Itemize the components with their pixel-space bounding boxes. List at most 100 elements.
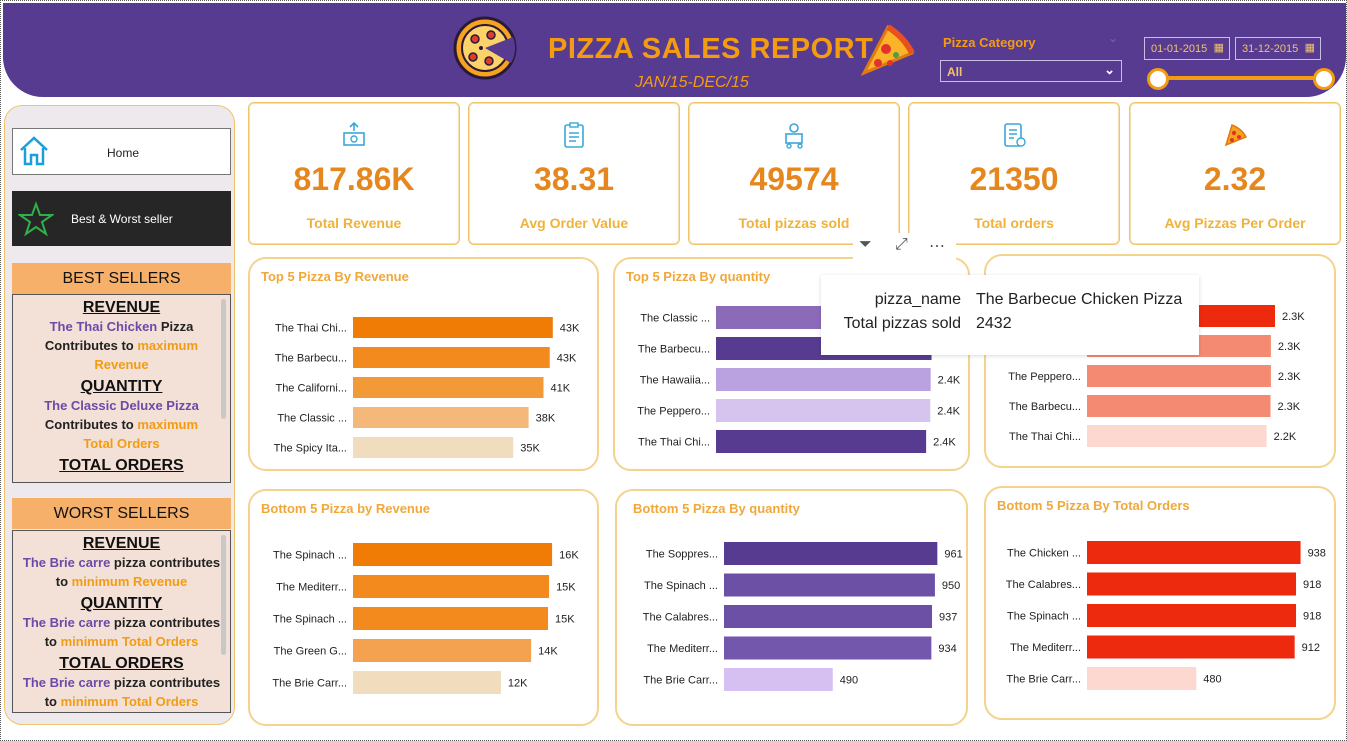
best-revenue-tail: Pizza	[157, 319, 194, 334]
chart-bar[interactable]	[716, 399, 931, 422]
kpi-card-total-revenue[interactable]: 817.86K Total Revenue	[248, 102, 460, 245]
chart-bar[interactable]	[1087, 365, 1271, 387]
worst-revenue-line1: The Brie carre pizza contributes	[13, 553, 230, 572]
chart-bottom5-quantity[interactable]: Bottom 5 Pizza By quantity The Soppres..…	[615, 489, 968, 726]
kpi-card-total-orders[interactable]: 21350 Total orders	[908, 102, 1120, 245]
focus-mode-icon[interactable]: ⤢	[895, 236, 908, 254]
category-label: The Classic ...	[277, 413, 347, 425]
best-revenue-contrib: Contributes to	[44, 338, 138, 353]
category-label: The Brie Carr...	[272, 678, 347, 690]
chevron-down-icon[interactable]: ⌄	[1108, 31, 1118, 45]
chart-bar[interactable]	[353, 347, 550, 368]
clipboard-icon	[564, 122, 584, 148]
category-label: The Mediterr...	[1010, 642, 1081, 654]
data-label: 12K	[508, 678, 528, 690]
chart-bar[interactable]	[1087, 541, 1301, 564]
chart-bar[interactable]	[353, 407, 529, 428]
chart-bar[interactable]	[353, 377, 544, 398]
best-revenue-line1: The Thai Chicken Pizza	[13, 317, 230, 336]
category-label: The Barbecu...	[275, 353, 347, 365]
slider-handle-start[interactable]	[1147, 68, 1169, 90]
worst-orders-line2: to minimum Total Orders	[13, 692, 230, 711]
chart-bottom5-revenue[interactable]: Bottom 5 Pizza by Revenue The Spinach ..…	[248, 489, 599, 726]
worst-orders-name: The Brie carre	[22, 675, 111, 690]
home-label: Home	[107, 146, 140, 160]
kpi-label: Total orders	[974, 215, 1054, 231]
date-range-slider[interactable]	[1158, 76, 1324, 80]
worst-quantity-name: The Brie carre	[22, 615, 111, 630]
chart-bar[interactable]	[353, 543, 553, 566]
chart-bar[interactable]	[1087, 425, 1267, 447]
chart-plot: The Spinach ... 16K The Mediterr... 15K The …	[272, 543, 579, 694]
kpi-card-avg-order-value[interactable]: 38.31 Avg Order Value	[468, 102, 680, 245]
chart-bar[interactable]	[353, 671, 501, 694]
worst-quantity-to: to	[44, 634, 61, 649]
chart-bottom5-total-orders[interactable]: Bottom 5 Pizza By Total Orders The Chick…	[984, 486, 1336, 720]
best-revenue-line2: Contributes to maximum	[13, 336, 230, 355]
chart-bar[interactable]	[353, 437, 514, 458]
data-label: 35K	[520, 443, 540, 455]
chart-bar[interactable]	[716, 368, 931, 391]
best-quantity-contrib: Contributes to	[44, 417, 138, 432]
chart-plot: The Soppres... 961 The Spinach ... 950 The C…	[643, 542, 963, 691]
data-label: 2.3K	[1278, 371, 1301, 383]
chart-bar[interactable]	[353, 639, 532, 662]
category-label: The Thai Chi...	[1009, 431, 1081, 443]
worst-revenue-line2: to minimum Revenue	[13, 572, 230, 591]
chart-bar[interactable]	[353, 317, 553, 338]
chart-bar[interactable]	[1087, 604, 1297, 627]
chart-bar[interactable]	[353, 607, 549, 630]
chart-bar[interactable]	[1087, 395, 1271, 417]
data-label: 2.3K	[1278, 341, 1301, 353]
date-end-input[interactable]: 31-12-2015 ▦	[1235, 37, 1321, 60]
kpi-label: Total pizzas sold	[738, 215, 850, 231]
scrollbar[interactable]	[221, 535, 226, 655]
best-worst-nav-button[interactable]: Best & Worst seller	[12, 191, 231, 246]
chart-bar[interactable]	[1087, 667, 1197, 690]
more-options-icon[interactable]: ⋯	[929, 236, 945, 256]
kpi-label: Total Revenue	[306, 215, 402, 231]
date-start-input[interactable]: 01-01-2015 ▦	[1144, 37, 1230, 60]
chart-bar[interactable]	[724, 668, 833, 691]
filter-icon[interactable]: ⏷	[859, 236, 872, 254]
tooltip-value: The Barbecue Chicken Pizza	[976, 291, 1183, 308]
chart-bar[interactable]	[1087, 635, 1295, 659]
worst-orders-tail: pizza contributes	[110, 675, 221, 690]
best-orders-title: TOTAL ORDERS	[59, 457, 184, 474]
worst-quantity-min: minimum Total Orders	[60, 634, 199, 649]
chevron-down-icon: ⌄	[1104, 62, 1115, 77]
kpi-card-total-pizzas-sold[interactable]: 49574 Total pizzas sold	[688, 102, 900, 245]
chart-bar[interactable]	[724, 605, 933, 628]
chart-top5-revenue[interactable]: Top 5 Pizza By Revenue The Thai Chi... 43…	[248, 257, 599, 471]
slider-handle-end[interactable]	[1313, 68, 1335, 90]
category-label: The Barbecu...	[1009, 401, 1081, 413]
chart-bar[interactable]	[716, 430, 927, 453]
category-label: The Chicken ...	[1007, 548, 1081, 560]
tooltip-key: pizza_name	[874, 291, 961, 308]
data-label: 961	[944, 549, 962, 561]
category-dropdown[interactable]: All ⌄	[940, 60, 1122, 82]
category-filter-label: Pizza Category	[943, 35, 1036, 50]
home-nav-button[interactable]: Home	[12, 128, 231, 175]
chart-bar[interactable]	[1087, 572, 1297, 596]
kpi-value: 49574	[749, 161, 839, 197]
calendar-icon[interactable]: ▦	[1214, 41, 1224, 54]
chart-bar[interactable]	[353, 575, 550, 598]
worst-revenue-to: to	[55, 574, 72, 589]
chart-tooltip: pizza_name The Barbecue Chicken Pizza To…	[821, 275, 1199, 355]
kpi-card-avg-pizzas-per-order[interactable]: 2.32 Avg Pizzas Per Order	[1129, 102, 1341, 245]
category-label: The Spinach ...	[273, 550, 347, 562]
tooltip-value: 2432	[976, 315, 1012, 332]
kpi-value: 38.31	[533, 161, 615, 197]
chart-bar[interactable]	[724, 573, 935, 597]
scrollbar[interactable]	[221, 299, 226, 419]
best-revenue-name: The Thai Chicken	[49, 319, 158, 334]
data-label: 912	[1302, 642, 1320, 654]
chart-bar[interactable]	[724, 542, 938, 565]
data-label: 918	[1303, 579, 1321, 591]
category-label: The Californi...	[275, 383, 347, 395]
calendar-icon[interactable]: ▦	[1305, 41, 1315, 54]
chart-bar[interactable]	[724, 636, 932, 660]
data-label: 43K	[557, 353, 577, 365]
data-label: 934	[938, 643, 956, 655]
